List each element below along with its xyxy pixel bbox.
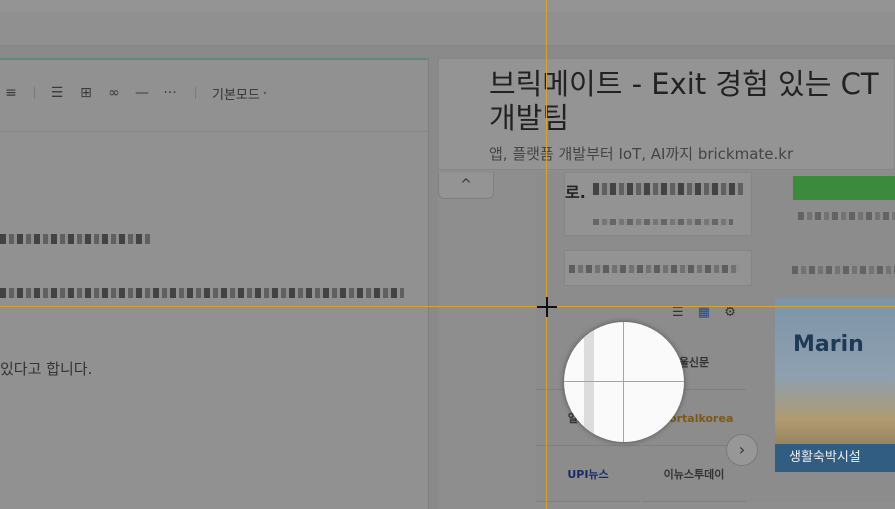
mode-label: 기본모드 [212, 88, 260, 103]
magnifier-loupe [564, 322, 684, 442]
blurred-text-line [569, 265, 739, 273]
ad-brand: Marin [793, 332, 864, 357]
preview-title: 브릭메이트 - Exit 경험 있는 CT 개발팀 [489, 67, 879, 135]
preview-subtitle: 앱, 플랫폼 개발부터 IoT, AI까지 brickmate.kr [489, 145, 794, 163]
magnifier-crosshair-v [623, 322, 624, 442]
pane-divider[interactable] [428, 58, 438, 509]
crosshair-cursor-icon [537, 297, 557, 317]
gear-icon[interactable]: ⚙ [724, 305, 736, 320]
list-icon[interactable]: ☰ [48, 84, 66, 102]
chevron-up-icon: ^ [460, 177, 472, 193]
view-options: ☰ ▦ ⚙ [672, 305, 746, 320]
blurred-text-line [593, 219, 733, 225]
blurred-text-line [792, 266, 895, 274]
news-card [564, 250, 752, 286]
list-view-icon[interactable]: ☰ [672, 305, 684, 320]
link-preview-card[interactable]: 브릭메이트 - Exit 경험 있는 CT 개발팀 앱, 플랫폼 개발부터 Io… [438, 58, 895, 170]
green-banner [793, 176, 895, 200]
chevron-down-icon: ˅ [259, 92, 268, 102]
link-icon[interactable]: ∞ [105, 84, 123, 102]
editor-toolbar: ≡ ☰ ⊞ ∞ — ··· 기본모드 ˅ [0, 60, 428, 132]
editor-pane: ≡ ☰ ⊞ ∞ — ··· 기본모드 ˅ 있다고 합니다. [0, 58, 428, 509]
body-text: 있다고 합니다. [0, 360, 93, 378]
magnified-edge [584, 322, 594, 442]
news-card: 로. [564, 172, 752, 236]
toolbar-separator [34, 87, 35, 99]
divider-icon[interactable]: — [133, 84, 151, 102]
blurred-text-line [0, 234, 150, 244]
crosshair-horizontal [0, 306, 895, 307]
crosshair-vertical [546, 0, 547, 509]
blurred-text-line [0, 288, 404, 298]
window-top-strip [0, 0, 895, 12]
browser-toolbar [0, 12, 895, 46]
ad-label[interactable]: 생활숙박시설 [775, 444, 895, 472]
next-page-button[interactable]: › [726, 434, 758, 466]
collapse-button[interactable]: ^ [438, 173, 494, 199]
blurred-text-line [798, 212, 895, 220]
table-icon[interactable]: ⊞ [77, 84, 95, 102]
blurred-headline [593, 183, 743, 195]
grid-view-icon[interactable]: ▦ [698, 305, 710, 320]
chevron-right-icon: › [738, 440, 746, 459]
magnifier-crosshair-h [564, 381, 684, 382]
mode-dropdown[interactable]: 기본모드 ˅ [212, 84, 267, 103]
news-headline-prefix: 로. [565, 183, 586, 202]
press-logo[interactable]: UPI뉴스 [536, 448, 640, 502]
toolbar-separator [195, 87, 196, 99]
more-icon[interactable]: ··· [161, 84, 179, 102]
toolbar-gap [0, 46, 895, 58]
align-icon[interactable]: ≡ [2, 84, 20, 102]
